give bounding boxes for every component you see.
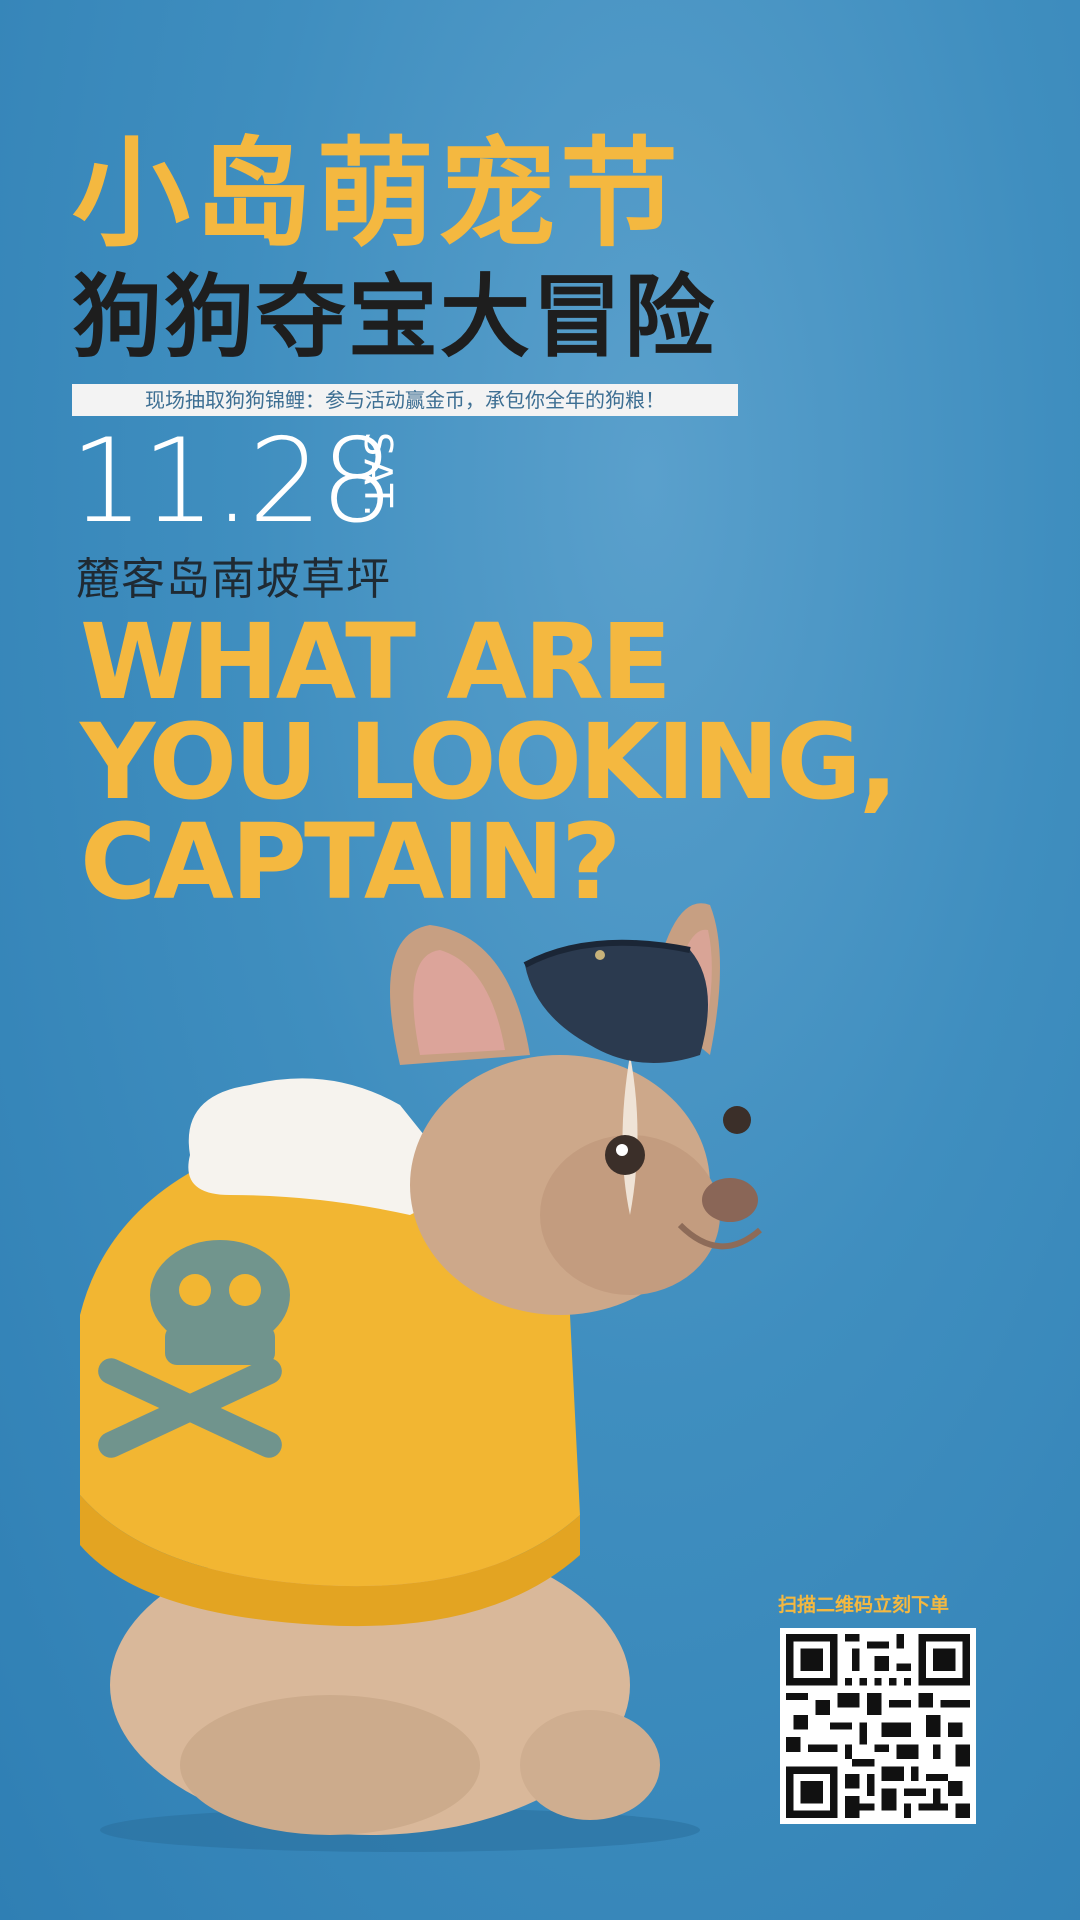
headline-line-1: WHAT ARE	[80, 601, 672, 723]
headline-line-2: YOU LOOKING,	[80, 701, 898, 823]
qr-code-icon	[786, 1634, 970, 1818]
event-weekday: SAT.	[356, 432, 400, 519]
event-tagline: 现场抽取狗狗锦鲤：参与活动赢金币，承包你全年的狗粮！	[72, 384, 738, 416]
dog-photo	[80, 903, 762, 1852]
qr-caption: 扫描二维码立刻下单	[778, 1594, 950, 1616]
event-title: 小岛萌宠节	[72, 125, 683, 263]
qr-code[interactable]	[780, 1628, 976, 1824]
headline: WHAT ARE YOU LOOKING, CAPTAIN?	[80, 601, 1070, 914]
event-date: 11.28	[70, 414, 394, 549]
event-venue: 麓客岛南坡草坪	[76, 554, 391, 605]
event-subtitle: 狗狗夺宝大冒险	[72, 265, 716, 370]
